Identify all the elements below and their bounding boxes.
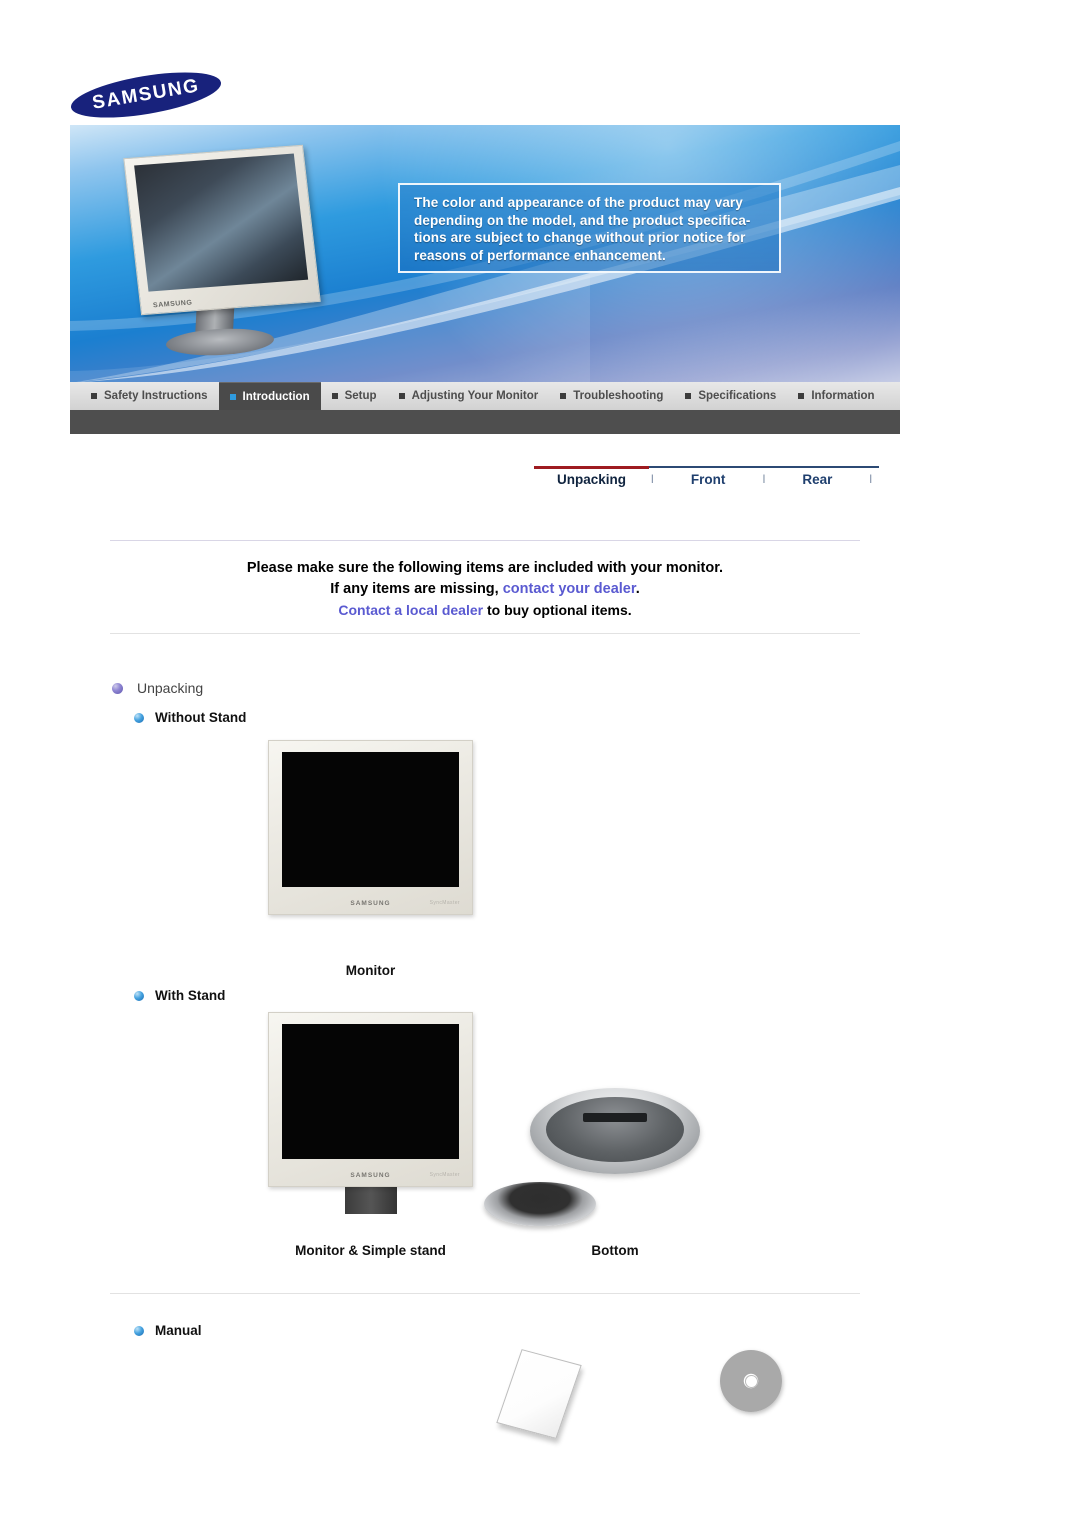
subnav-separator: l: [651, 472, 654, 486]
blue-bullet-icon: [134, 990, 144, 1001]
intro-line-2-pre: If any items are missing,: [330, 581, 503, 597]
divider-below-intro: [110, 633, 860, 634]
subnav-active-indicator: [534, 466, 649, 469]
intro-line-3-post: to buy optional items.: [483, 602, 632, 618]
sub-navigation[interactable]: Unpacking l Front l Rear l: [534, 466, 879, 506]
driver-cd-image: [720, 1350, 782, 1412]
caption-monitor: Monitor: [345, 963, 396, 978]
section-label: Unpacking: [137, 680, 204, 696]
nav-item-introduction[interactable]: Introduction: [218, 382, 321, 410]
subnav-label: Unpacking: [556, 472, 626, 487]
bullet-square-icon: [398, 393, 405, 399]
banner-monitor-bezel: SAMSUNG: [123, 144, 321, 316]
banner-monitor-brand-label: SAMSUNG: [152, 299, 193, 310]
subnav-separator-trailing: l: [869, 472, 873, 486]
cd-center-hole: [744, 1374, 758, 1388]
subnav-label: Rear: [802, 472, 833, 487]
notice-line-3: tions are subject to change without prio…: [414, 230, 746, 245]
monitor-without-stand-image: SAMSUNG SyncMaster: [268, 740, 473, 915]
nav-label: Safety Instructions: [104, 390, 208, 402]
stand-bottom-inner-disc: [546, 1097, 684, 1162]
section-label: Without Stand: [155, 710, 247, 725]
blue-bullet-icon: [134, 712, 144, 723]
contact-local-dealer-link[interactable]: Contact a local dealer: [338, 602, 483, 618]
banner-monitor-image: SAMSUNG: [110, 143, 325, 358]
notice-line-4: reasons of performance enhancement.: [414, 247, 666, 263]
caption-bottom: Bottom: [591, 1243, 639, 1258]
nav-item-specifications[interactable]: Specifications: [674, 382, 787, 410]
samsung-logo: SAMSUNG: [67, 63, 230, 127]
notice-line-2: depending on the model, and the product …: [414, 212, 751, 228]
subnav-tab-unpacking[interactable]: Unpacking: [534, 472, 649, 487]
monitor-bezel: SAMSUNG SyncMaster: [268, 1012, 473, 1187]
stand-bottom-outer-ring: [530, 1088, 700, 1174]
manual-booklet-cover: [496, 1349, 582, 1439]
hero-banner: SAMSUNG The color and appearance of the …: [70, 125, 900, 383]
monitor-screen: [282, 1024, 459, 1159]
bullet-square-icon: [91, 393, 97, 399]
intro-line-2: If any items are missing, contact your d…: [110, 579, 860, 600]
monitor-bezel: SAMSUNG SyncMaster: [268, 740, 473, 915]
divider-above-manual: [110, 1293, 860, 1294]
monitor-stand-neck: [344, 1184, 397, 1214]
section-label: With Stand: [155, 988, 226, 1003]
section-label: Manual: [155, 1323, 202, 1338]
bullet-square-icon: [560, 393, 567, 399]
banner-monitor-screen: [134, 153, 309, 292]
blue-bullet-icon: [134, 1325, 144, 1336]
monitor-model-label: SyncMaster: [429, 900, 460, 906]
nav-item-safety-instructions[interactable]: Safety Instructions: [80, 382, 219, 410]
notice-line-1: The color and appearance of the product …: [414, 195, 743, 210]
page-root: SAMSUNG SAMSUNG The color and appearance…: [0, 0, 1080, 1528]
section-heading-without-stand: Without Stand: [134, 710, 246, 725]
nav-label: Information: [811, 390, 875, 402]
subnav-items[interactable]: Unpacking l Front l Rear l: [534, 472, 874, 487]
stand-bottom-image: [530, 1088, 700, 1174]
nav-item-setup[interactable]: Setup: [321, 382, 388, 410]
nav-label: Specifications: [698, 390, 777, 402]
logo-text: SAMSUNG: [90, 75, 202, 114]
subnav-label: Front: [690, 472, 726, 487]
contact-your-dealer-link[interactable]: contact your dealer: [503, 581, 636, 597]
monitor-stand-base: [484, 1182, 596, 1226]
monitor-model-label: SyncMaster: [429, 1172, 460, 1178]
main-navigation[interactable]: Safety Instructions Introduction Setup A…: [70, 382, 900, 410]
navigation-dark-bar: [70, 410, 900, 434]
subnav-tab-front[interactable]: Front: [656, 472, 761, 487]
nav-label: Setup: [344, 390, 377, 402]
stand-bottom-slot: [583, 1113, 647, 1122]
bullet-square-icon: [685, 393, 692, 399]
intro-line-3: Contact a local dealer to buy optional i…: [110, 600, 860, 621]
bullet-square-icon: [229, 393, 236, 400]
nav-label: Adjusting Your Monitor: [411, 390, 539, 402]
monitor-screen: [282, 752, 459, 887]
intro-text-block: Please make sure the following items are…: [110, 558, 860, 621]
banner-monitor-base: [165, 326, 275, 358]
subnav-tab-rear[interactable]: Rear: [767, 472, 867, 487]
nav-item-troubleshooting[interactable]: Troubleshooting: [549, 382, 674, 410]
nav-label: Troubleshooting: [573, 390, 664, 402]
nav-item-information[interactable]: Information: [787, 382, 885, 410]
nav-item-adjusting-your-monitor[interactable]: Adjusting Your Monitor: [388, 382, 550, 410]
divider-top: [110, 540, 860, 541]
monitor-with-stand-image: SAMSUNG SyncMaster: [268, 1012, 473, 1214]
nav-label: Introduction: [242, 390, 310, 403]
caption-monitor-simple-stand: Monitor & Simple stand: [295, 1243, 446, 1258]
manual-booklet-image: [493, 1349, 582, 1443]
purple-bullet-icon: [112, 682, 123, 694]
section-heading-with-stand: With Stand: [134, 988, 225, 1003]
section-heading-unpacking: Unpacking: [112, 680, 203, 696]
bullet-square-icon: [331, 393, 338, 399]
section-heading-manual: Manual: [134, 1323, 202, 1338]
subnav-separator: l: [762, 472, 766, 486]
bullet-square-icon: [798, 393, 805, 399]
intro-line-2-post: .: [635, 581, 640, 597]
product-notice-box: The color and appearance of the product …: [398, 183, 781, 273]
intro-line-1: Please make sure the following items are…: [246, 560, 724, 576]
